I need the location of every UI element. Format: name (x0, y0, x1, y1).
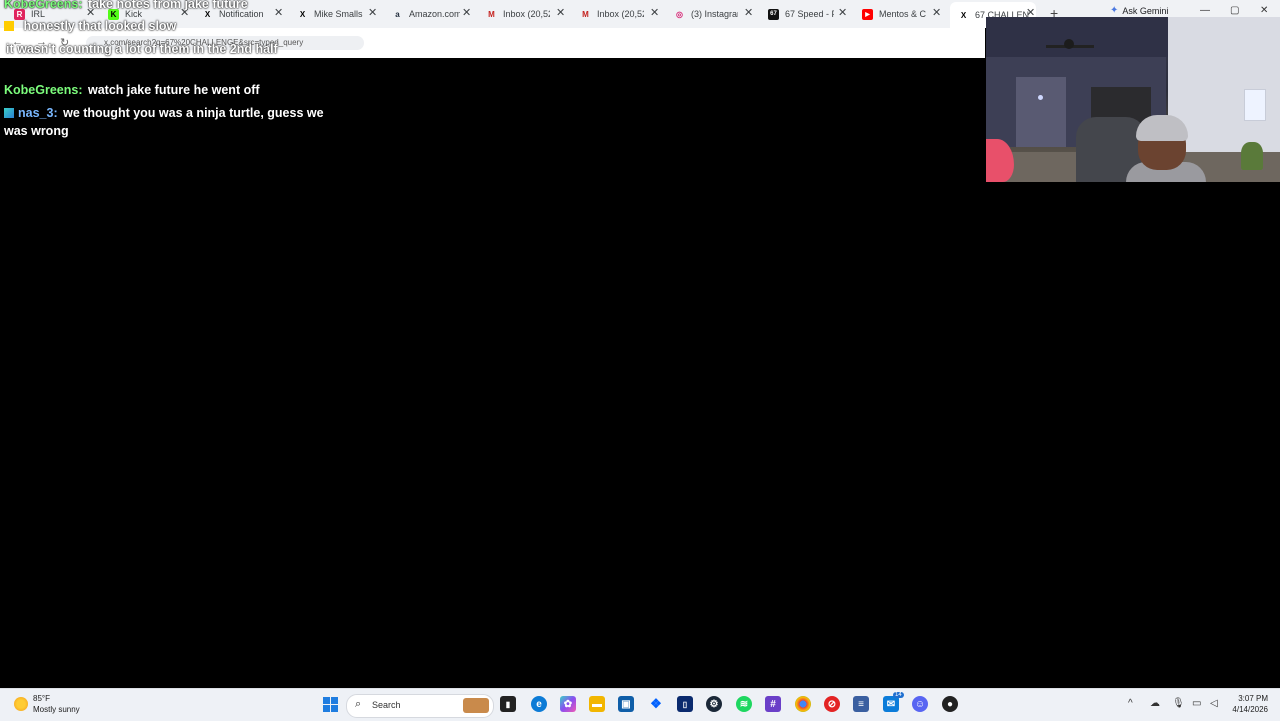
task-view-icon[interactable]: ▮ (500, 696, 516, 712)
microphone-icon[interactable]: 🎙 (1172, 698, 1185, 709)
ask-gemini-button[interactable]: ✦ Ask Gemini (1110, 5, 1168, 16)
gmail-icon: M (488, 9, 495, 19)
tab-label: Mentos & Co (879, 9, 926, 19)
dropbox-icon[interactable]: ❖ (648, 696, 664, 712)
tab-mentos[interactable]: ▶ Mentos & Co (862, 4, 926, 24)
close-tab-icon[interactable]: ✕ (650, 6, 659, 19)
instagram-icon: ◎ (676, 9, 683, 19)
clock-time[interactable]: 3:07 PM (1226, 694, 1268, 703)
tab-amazon[interactable]: a Amazon.com (392, 4, 460, 24)
chat-text: take notes from jake future (87, 0, 248, 11)
chat-text: it wasn't counting a lot of them in the … (6, 42, 278, 56)
taskbar-search[interactable]: ⌕ Search (346, 694, 494, 718)
gmail-icon: M (582, 9, 589, 19)
amazon-favicon-icon: a (395, 9, 400, 19)
close-window-icon[interactable]: ✕ (1260, 5, 1268, 16)
tab-label: 67 Speed - F (785, 9, 834, 19)
youtube-icon: ▶ (862, 8, 873, 20)
chat-message: honestly that looked slow (4, 17, 348, 35)
tab-instagram[interactable]: ◎ (3) Instagram (674, 4, 738, 24)
monitor-icon[interactable]: ▭ (1192, 698, 1201, 709)
opera-icon[interactable]: ⊘ (824, 696, 840, 712)
chat-badge-icon (4, 108, 14, 118)
notepad-icon[interactable]: ≡ (853, 696, 869, 712)
weather-condition[interactable]: Mostly sunny (33, 705, 80, 714)
cloud-icon[interactable]: ☁ (1150, 698, 1160, 709)
window (1244, 89, 1266, 121)
tab-label: (3) Instagram (691, 9, 738, 19)
video-favicon-icon: 67 (768, 8, 779, 20)
tab-label: Inbox (20,52 (503, 9, 550, 19)
minimize-icon[interactable]: — (1200, 5, 1210, 16)
windows-logo-icon (322, 696, 338, 712)
x-logo-icon: X (960, 10, 967, 20)
chat-badge-icon (4, 21, 14, 31)
search-highlight-image (463, 698, 489, 713)
notification-badge: 14 (893, 692, 904, 698)
app-icon[interactable]: ▯ (677, 696, 693, 712)
close-tab-icon[interactable]: ✕ (368, 6, 377, 19)
chat-username: KobeGreens: (4, 83, 83, 97)
start-button[interactable] (322, 696, 338, 712)
chat-message: nas_3: we thought you was a ninja turtle… (4, 104, 348, 140)
calculator-icon[interactable]: # (765, 696, 781, 712)
weather-temp[interactable]: 85°F (33, 694, 50, 703)
close-tab-icon[interactable]: ✕ (932, 6, 941, 19)
discord-icon[interactable]: ☺ (912, 696, 928, 712)
chevron-up-icon[interactable]: ^ (1128, 698, 1133, 709)
edge-icon[interactable]: e (531, 696, 547, 712)
chat-message: KobeGreens: take notes from jake future (4, 0, 348, 13)
plant (1241, 142, 1263, 170)
close-tab-icon[interactable]: ✕ (462, 6, 471, 19)
ceiling-light (1038, 95, 1043, 100)
chat-message: it wasn't counting a lot of them in the … (4, 40, 348, 58)
clock-date[interactable]: 4/14/2026 (1226, 705, 1268, 714)
tab-gmail-inbox-2[interactable]: M Inbox (20,52 (580, 4, 644, 24)
file-explorer-icon[interactable]: ▬ (589, 696, 605, 712)
steam-icon[interactable]: ⚙ (706, 696, 722, 712)
close-tab-icon[interactable]: ✕ (838, 6, 847, 19)
doorway (1016, 77, 1066, 147)
store-icon[interactable]: ▣ (618, 696, 634, 712)
taskbar: 85°F Mostly sunny ⌕ Search ▮ e ✿ ▬ ▣ ❖ ▯… (0, 688, 1280, 721)
chat-text: honestly that looked slow (23, 19, 177, 33)
webcam-overlay (986, 17, 1280, 182)
search-icon: ⌕ (355, 698, 362, 710)
tab-label: Amazon.com (409, 9, 460, 19)
messenger-icon[interactable]: ✉ (883, 696, 899, 712)
sunny-weather-icon[interactable] (14, 697, 28, 711)
maximize-icon[interactable]: ▢ (1230, 5, 1239, 16)
chat-username: nas_3: (18, 106, 58, 120)
tab-label: Inbox (20,52 (597, 9, 644, 19)
chat-username: KobeGreens: (4, 0, 83, 11)
volume-icon[interactable]: ◁ (1210, 698, 1218, 709)
tab-67-speed[interactable]: 67 67 Speed - F (768, 4, 834, 24)
streamer-durag (1136, 115, 1188, 141)
close-tab-icon[interactable]: ✕ (744, 6, 753, 19)
spotify-icon[interactable]: ≋ (736, 696, 752, 712)
chat-message: KobeGreens: watch jake future he went of… (4, 81, 348, 99)
close-tab-icon[interactable]: ✕ (556, 6, 565, 19)
search-label: Search (372, 700, 401, 710)
chrome-icon[interactable] (795, 696, 811, 712)
gemini-sparkle-icon: ✦ (1110, 5, 1119, 16)
obs-icon[interactable]: ● (942, 696, 958, 712)
ask-gemini-label: Ask Gemini (1122, 5, 1169, 16)
chat-text: watch jake future he went off (87, 83, 260, 97)
tab-gmail-inbox-1[interactable]: M Inbox (20,52 (486, 4, 550, 24)
ceiling-fan-hub (1064, 39, 1074, 49)
copilot-icon[interactable]: ✿ (560, 696, 576, 712)
